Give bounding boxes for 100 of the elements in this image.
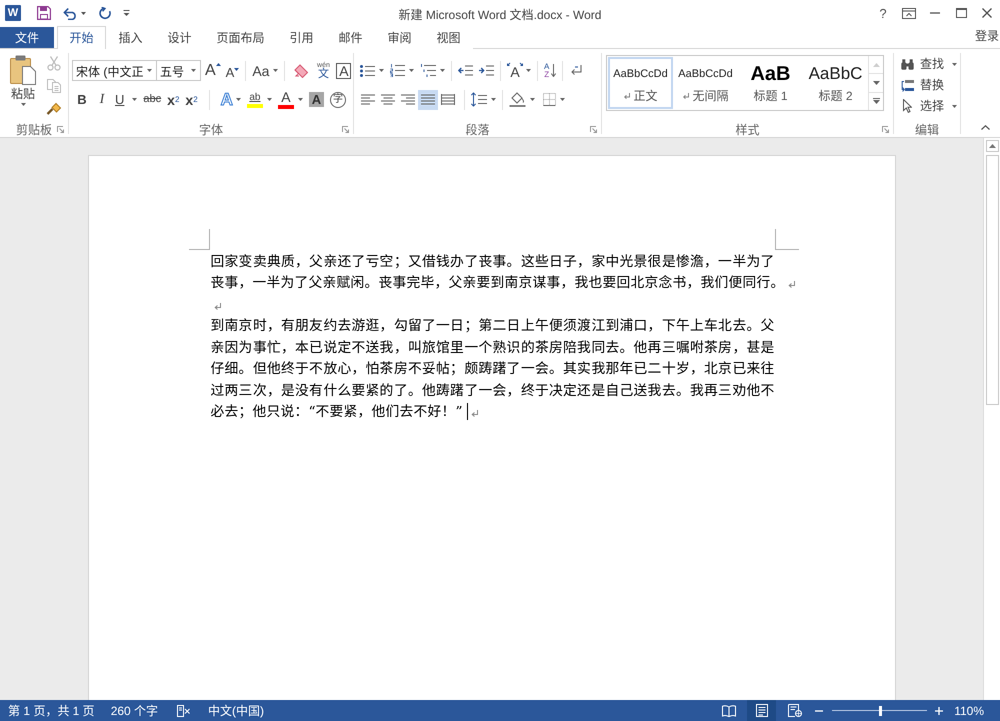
borders-icon[interactable] [543,93,556,106]
strikethrough-button[interactable]: abc [143,94,162,105]
justify-align-button[interactable] [418,90,438,110]
paragraph-text: 回家变卖典质，父亲还了亏空；又借钱办了丧事。这些日子，家中光景很是惨澹，一半为了 丧事，一半为了父亲赋闲。丧事完毕，父亲要到南京谋事，我也要回北京念书，我们便同行。 [210,254,784,292]
paint-bucket-icon[interactable] [509,92,526,107]
indent-icon[interactable] [479,65,494,76]
asian-layout-button[interactable]: A [507,62,531,79]
vertical-scrollbar[interactable] [983,138,1000,700]
save-icon[interactable] [37,6,51,20]
ribbon-tab[interactable]: 开始 [57,26,106,49]
select-button[interactable]: 选择 [900,97,960,115]
superscript-button[interactable]: x$^{2}$ [185,92,198,106]
group-label: 样式 [736,122,760,136]
redo-icon[interactable] [99,6,112,20]
page-count[interactable]: 第 1 页，共 1 页 [8,700,95,721]
style-gallery-item[interactable]: AaB 标题 1 [738,57,803,109]
style-gallery-item[interactable]: AaBbCcDd 无间隔 [673,57,738,109]
word-count[interactable]: 260 个字 [110,700,158,721]
caret-icon [526,69,531,72]
caret-icon [952,104,957,108]
underline-button[interactable]: U [115,93,138,106]
more-icon[interactable] [872,98,880,104]
line-spacing-icon[interactable] [471,92,487,107]
justify-align-icon [421,94,435,105]
collapse-ribbon-icon[interactable] [981,125,990,130]
clipboard-icon [10,55,36,85]
file-tab[interactable]: 文件 [0,27,54,48]
group-label: 段落 [466,122,490,136]
close-icon[interactable] [982,8,992,18]
corner-mark-icon [188,229,210,250]
scroll-up-button[interactable] [986,140,998,152]
character-border-button[interactable]: A [336,62,352,78]
grow-font-button[interactable]: A [205,60,221,80]
paragraph-mark-icon [624,93,630,99]
italic-button[interactable]: I [95,92,109,106]
undo-icon[interactable] [63,6,78,20]
scrollbar-thumb[interactable] [986,155,998,405]
sign-in-link[interactable]: 登录 [975,28,1000,44]
caret-icon[interactable] [379,69,384,72]
sort-button[interactable]: A Z [544,62,556,78]
caret-icon [20,103,26,106]
numbered-list-icon[interactable] [390,64,405,77]
app-logo[interactable]: W [5,5,21,21]
outdent-icon[interactable] [458,65,473,76]
language-indicator[interactable]: 中文(中国) [208,700,264,721]
customize-icon[interactable] [123,10,130,16]
enclose-characters-button[interactable]: 字 [330,92,346,108]
caret-icon[interactable] [491,98,496,101]
group-label: 字体 [199,122,223,136]
caret-icon[interactable] [530,98,535,101]
dialog-launcher-icon[interactable] [882,126,889,132]
scroll-down-icon[interactable] [872,80,880,85]
bold-button[interactable]: B [75,93,89,106]
dialog-launcher-icon[interactable] [57,126,64,132]
bullet-list-icon[interactable] [360,64,375,76]
multilevel-list-icon[interactable] [420,64,436,78]
right-align-icon [401,94,415,105]
dialog-launcher-icon[interactable] [342,126,349,132]
caret-icon[interactable] [81,12,86,14]
text-effects-button[interactable]: A [220,91,241,108]
open-book-icon [722,704,736,716]
proofing-icon[interactable] [177,704,190,716]
font-name-field[interactable]: 宋体 (中文正 [72,60,157,81]
font-size-field[interactable]: 五号 [156,60,201,81]
change-case-button[interactable]: Aa [252,64,278,78]
minimize-icon[interactable] [930,12,940,14]
caret-icon[interactable] [409,69,414,72]
find-button[interactable]: 查找 [900,55,960,73]
caret-icon[interactable] [560,98,565,101]
print-view-button[interactable] [747,700,776,721]
style-gallery-item[interactable]: AaBbCcDd 正文 [608,57,673,109]
caret-icon [132,98,138,101]
paintbrush-icon[interactable] [46,101,62,115]
page-icon [756,704,768,717]
caret-icon[interactable] [440,69,445,72]
caret-icon [273,69,278,72]
paragraph-text: 到南京时，有朋友约去游逛，勾留了一日；第二日上午便须渡江到浦口，下午上车北去。父 亲因为事忙，本已说定不送我，叫旅馆里一个熟识的茶房陪我同去。他再三嘱咐茶房，甚是 仔细。但他终于不放心，怕茶房不妥帖；颇踌躇了一会。其实我那年已二十岁，北京已来往 过两三次，是没有什么要紧的了。他踌躇了一会，终于决定还是自己送我去。我再三劝他不 必去；他只说：“不要紧，他们去不好！” [210,318,774,420]
help-button[interactable]: ? [870,0,896,26]
paste-button[interactable]: 粘贴 [4,53,42,115]
caret-icon [298,98,303,101]
formatting-marks-icon[interactable] [569,64,582,76]
pointer-icon [902,99,912,113]
zoom-slider-thumb[interactable] [879,706,882,716]
replace-button[interactable]: 替换 [900,76,960,94]
shrink-font-button[interactable]: A [226,60,240,80]
style-gallery-item[interactable]: AaBbC 标题 2 [803,57,868,109]
maximize-icon[interactable] [956,8,966,18]
corner-mark-icon [774,229,798,250]
caret-icon [191,69,196,72]
binoculars-icon [900,58,914,70]
dialog-launcher-icon[interactable] [590,126,597,132]
character-shading-button[interactable]: A [308,92,324,107]
highlight-button[interactable]: ab [246,92,272,108]
font-color-button[interactable]: A [278,90,303,108]
scroll-up-icon [988,144,996,148]
ribbon-options-icon[interactable] [902,8,916,18]
zoom-level[interactable]: 110% [954,700,984,721]
center-align-icon [381,94,395,105]
zoom-in-icon[interactable] [935,706,944,714]
eraser-icon[interactable] [293,63,310,78]
